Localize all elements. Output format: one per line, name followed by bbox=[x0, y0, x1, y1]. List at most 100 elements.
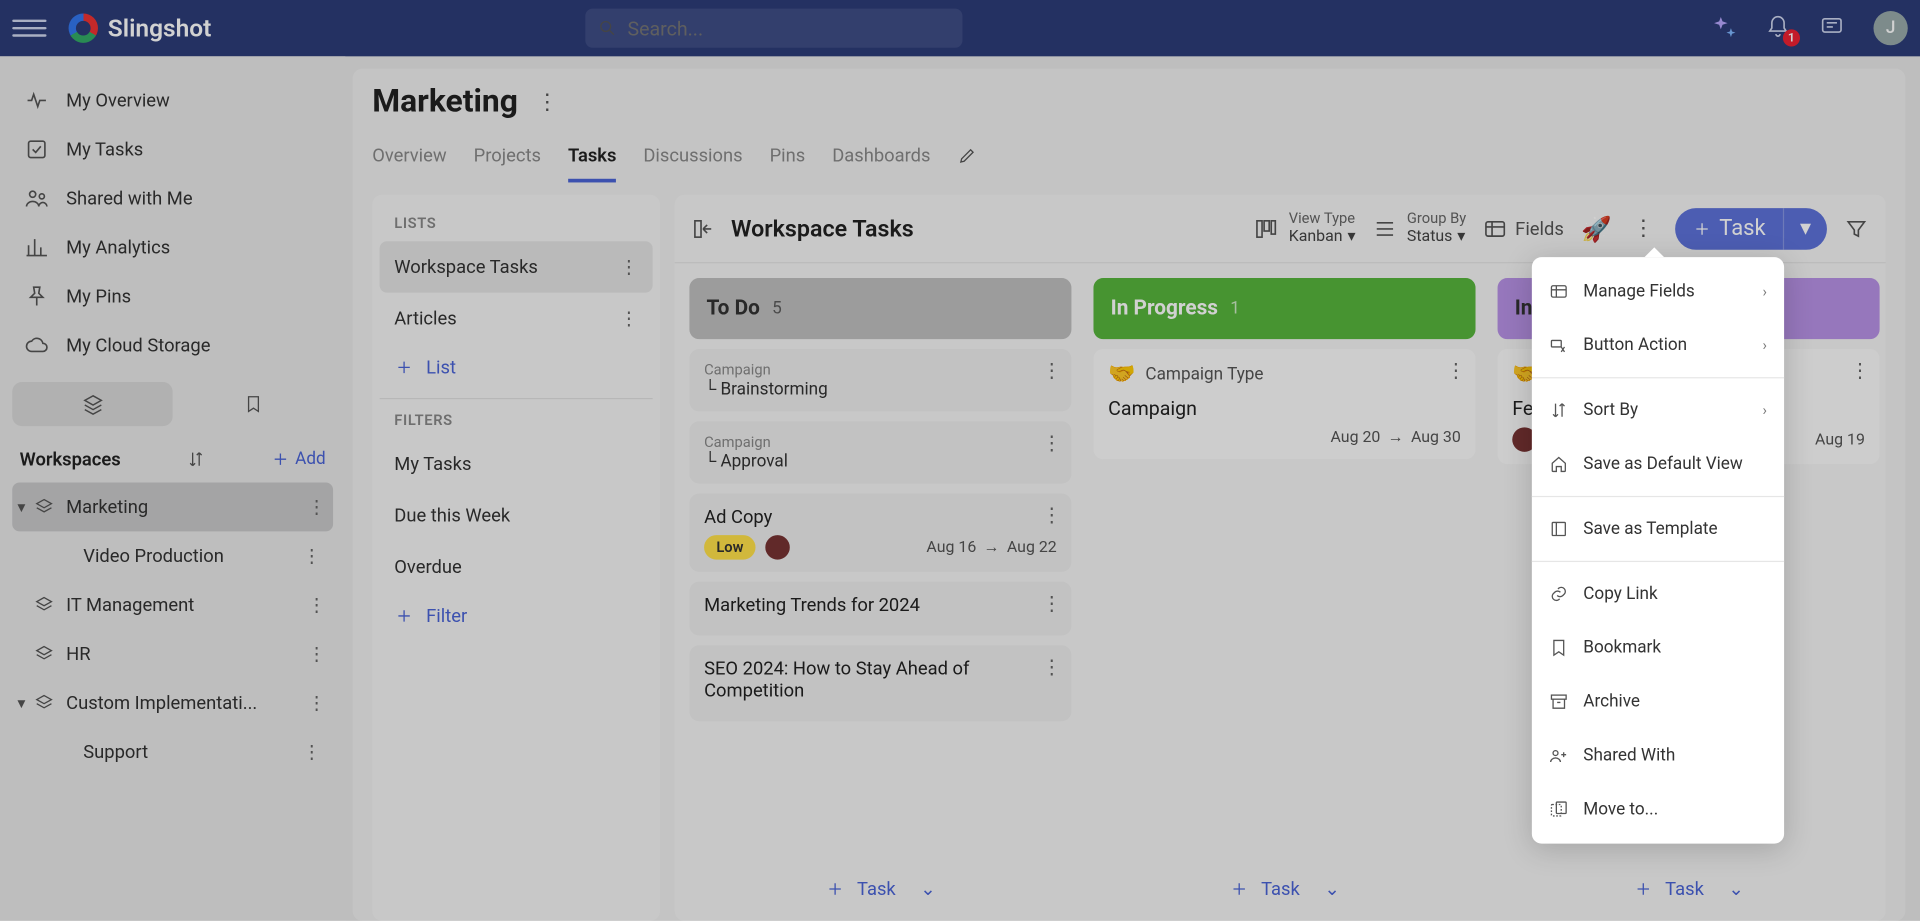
more-icon[interactable]: ⋮ bbox=[307, 692, 325, 714]
chevron-down-icon[interactable]: ⌄ bbox=[1324, 878, 1339, 900]
view-type-selector[interactable]: View Type Kanban ▾ bbox=[1254, 211, 1355, 247]
tab-tasks[interactable]: Tasks bbox=[568, 135, 616, 183]
workspace-item[interactable]: ▼ Custom Implementati... ⋮ bbox=[12, 678, 333, 727]
rocket-icon[interactable]: 🚀 bbox=[1581, 214, 1611, 243]
bookmark-icon bbox=[243, 394, 263, 414]
more-icon[interactable]: ⋮ bbox=[620, 307, 638, 329]
lists-section-label: LISTS bbox=[380, 209, 653, 241]
layers-view-button[interactable] bbox=[12, 382, 172, 426]
column-header[interactable]: In Progress1 bbox=[1093, 278, 1475, 339]
task-card[interactable]: ⋮Campaign└ Brainstorming bbox=[689, 349, 1071, 411]
task-card[interactable]: ⋮🤝Campaign TypeCampaignAug 20 → Aug 30 bbox=[1093, 349, 1475, 459]
board-more-button[interactable]: ⋮ bbox=[1629, 214, 1658, 243]
menu-item[interactable]: Shared With bbox=[1532, 729, 1784, 783]
sidebar-item-pins[interactable]: My Pins bbox=[12, 272, 333, 321]
menu-item[interactable]: Manage Fields› bbox=[1532, 264, 1784, 318]
menu-item[interactable]: Bookmark bbox=[1532, 621, 1784, 675]
add-list-button[interactable]: List bbox=[380, 344, 653, 391]
chevron-down-icon[interactable]: ⌄ bbox=[1728, 878, 1743, 900]
user-avatar[interactable]: J bbox=[1873, 11, 1907, 45]
column-header[interactable]: To Do5 bbox=[689, 278, 1071, 339]
task-card[interactable]: ⋮Ad CopyLowAug 16 → Aug 22 bbox=[689, 493, 1071, 571]
more-icon[interactable]: ⋮ bbox=[302, 741, 320, 763]
menu-toggle[interactable] bbox=[12, 20, 46, 37]
sidebar-item-shared[interactable]: Shared with Me bbox=[12, 174, 333, 223]
add-task-inline[interactable]: Task⌄ bbox=[689, 864, 1071, 913]
search-field[interactable] bbox=[627, 17, 950, 40]
more-icon[interactable]: ⋮ bbox=[307, 643, 325, 665]
workspace-item[interactable]: HR ⋮ bbox=[12, 629, 333, 678]
menu-item[interactable]: Save as Template bbox=[1532, 502, 1784, 556]
add-task-inline[interactable]: Task⌄ bbox=[1093, 864, 1475, 913]
fields-button[interactable]: Fields bbox=[1483, 216, 1564, 240]
sort-icon[interactable] bbox=[186, 449, 206, 469]
card-more-icon[interactable]: ⋮ bbox=[1042, 359, 1062, 382]
more-icon[interactable]: ⋮ bbox=[302, 545, 320, 567]
chevron-down-icon[interactable]: ⌄ bbox=[920, 878, 935, 900]
card-more-icon[interactable]: ⋮ bbox=[1042, 655, 1062, 678]
filter-item[interactable]: Overdue bbox=[380, 541, 653, 592]
new-task-dropdown[interactable]: ▾ bbox=[1783, 208, 1827, 250]
list-item[interactable]: Workspace Tasks⋮ bbox=[380, 241, 653, 292]
menu-item[interactable]: Save as Default View bbox=[1532, 437, 1784, 491]
card-more-icon[interactable]: ⋮ bbox=[1850, 359, 1870, 382]
workspaces-header: Workspaces Add bbox=[12, 443, 333, 482]
sidebar-item-overview[interactable]: My Overview bbox=[12, 76, 333, 125]
add-workspace-button[interactable]: Add bbox=[271, 449, 326, 469]
edit-tabs-icon[interactable] bbox=[957, 146, 977, 172]
plus-icon bbox=[1633, 879, 1653, 899]
ai-sparkle-icon[interactable] bbox=[1712, 15, 1739, 42]
sidebar-item-cloud[interactable]: My Cloud Storage bbox=[12, 321, 333, 370]
menu-item[interactable]: Move to... bbox=[1532, 782, 1784, 836]
list-item[interactable]: Articles⋮ bbox=[380, 293, 653, 344]
app-logo[interactable]: Slingshot bbox=[69, 13, 212, 42]
comments-icon[interactable] bbox=[1820, 15, 1847, 42]
more-icon[interactable]: ⋮ bbox=[620, 256, 638, 278]
filter-item[interactable]: Due this Week bbox=[380, 490, 653, 541]
sidebar-item-analytics[interactable]: My Analytics bbox=[12, 223, 333, 272]
new-task-button: Task ▾ bbox=[1675, 208, 1827, 250]
workspace-item[interactable]: IT Management ⋮ bbox=[12, 580, 333, 629]
collapse-icon[interactable] bbox=[692, 216, 716, 240]
workspace-item[interactable]: ▼ Marketing ⋮ bbox=[12, 482, 333, 531]
context-menu: Manage Fields›Button Action›Sort By›Save… bbox=[1532, 257, 1784, 844]
group-icon bbox=[1373, 216, 1397, 240]
tab-overview[interactable]: Overview bbox=[372, 135, 446, 183]
tab-pins[interactable]: Pins bbox=[770, 135, 806, 183]
page-title: Marketing bbox=[372, 83, 518, 120]
tab-dashboards[interactable]: Dashboards bbox=[832, 135, 930, 183]
filter-item[interactable]: My Tasks bbox=[380, 438, 653, 489]
card-more-icon[interactable]: ⋮ bbox=[1042, 591, 1062, 614]
group-by-selector[interactable]: Group By Status ▾ bbox=[1373, 211, 1467, 247]
task-card[interactable]: ⋮SEO 2024: How to Stay Ahead of Competit… bbox=[689, 645, 1071, 721]
add-task-inline[interactable]: Task⌄ bbox=[1498, 864, 1880, 913]
layers-icon bbox=[34, 497, 54, 517]
menu-item[interactable]: Copy Link bbox=[1532, 567, 1784, 621]
card-more-icon[interactable]: ⋮ bbox=[1042, 503, 1062, 526]
archive-icon bbox=[1549, 692, 1569, 712]
search-input[interactable] bbox=[586, 9, 963, 48]
new-task-main[interactable]: Task bbox=[1675, 208, 1783, 250]
task-card[interactable]: ⋮Marketing Trends for 2024 bbox=[689, 582, 1071, 636]
card-more-icon[interactable]: ⋮ bbox=[1446, 359, 1466, 382]
add-filter-button[interactable]: Filter bbox=[380, 593, 653, 640]
tab-discussions[interactable]: Discussions bbox=[643, 135, 742, 183]
sidebar-item-tasks[interactable]: My Tasks bbox=[12, 125, 333, 174]
tab-projects[interactable]: Projects bbox=[474, 135, 541, 183]
card-more-icon[interactable]: ⋮ bbox=[1042, 431, 1062, 454]
menu-item[interactable]: Archive bbox=[1532, 675, 1784, 729]
assignee-avatar bbox=[765, 535, 789, 559]
page-more-button[interactable]: ⋮ bbox=[533, 87, 562, 116]
notifications-icon[interactable]: 1 bbox=[1766, 15, 1793, 42]
logo-icon bbox=[69, 13, 98, 42]
more-icon[interactable]: ⋮ bbox=[307, 496, 325, 518]
menu-item[interactable]: Sort By› bbox=[1532, 383, 1784, 437]
menu-item[interactable]: Button Action› bbox=[1532, 318, 1784, 372]
task-card[interactable]: ⋮Campaign└ Approval bbox=[689, 421, 1071, 483]
more-icon[interactable]: ⋮ bbox=[307, 594, 325, 616]
bookmark-view-button[interactable] bbox=[173, 382, 333, 426]
template-icon bbox=[1549, 519, 1569, 539]
workspace-subitem[interactable]: Video Production⋮ bbox=[12, 531, 333, 580]
workspace-subitem[interactable]: Support⋮ bbox=[12, 727, 333, 776]
filter-icon[interactable] bbox=[1844, 216, 1868, 240]
